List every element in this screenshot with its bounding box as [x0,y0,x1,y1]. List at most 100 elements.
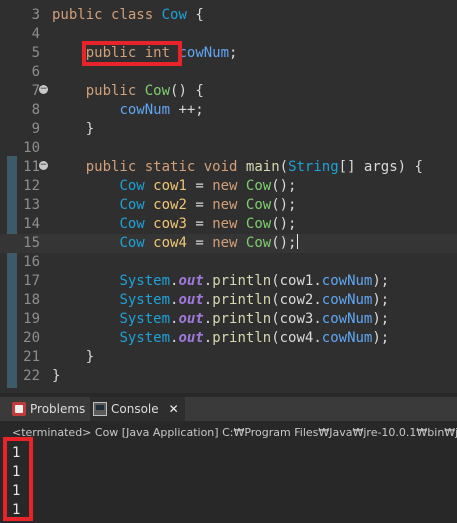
code-text: Cow cow4 = new Cow(); [52,234,298,253]
code-text: Cow cow2 = new Cow(); [52,196,297,215]
line-number: 8 [31,102,40,118]
code-token: cowNum [321,292,373,308]
code-text: public static void main(String[] args) { [52,158,423,177]
line-number: 22 [23,368,40,384]
code-token: ); [372,330,390,346]
code-line[interactable]: 6 [0,63,457,82]
code-line[interactable]: 10 [0,139,457,158]
code-line[interactable]: 3 public class Cow { [0,6,457,25]
code-token: [] args) { [338,159,423,175]
code-token: System [119,273,171,289]
line-number: 3 [31,7,40,23]
code-token: ); [372,292,390,308]
close-icon[interactable]: ✕ [169,397,179,421]
line-number: 14 [23,216,40,232]
line-number: 9 [31,121,40,137]
line-number: 12 [23,178,40,194]
code-line[interactable]: 9 } [0,120,457,139]
code-token: cow3 [153,216,187,232]
tab-problems-label: Problems [30,402,86,416]
fold-collapse-icon[interactable]: − [39,161,48,170]
code-text: System.out.println(cow2.cowNum); [52,291,389,310]
code-line[interactable]: 8 cowNum ++; [0,101,457,120]
code-line[interactable]: 4 [0,25,457,44]
code-line[interactable]: 16 [0,253,457,272]
problems-icon [12,402,26,416]
code-token: System [119,330,171,346]
code-token: main [245,159,280,175]
text-caret [296,234,298,249]
code-line[interactable]: 17 System.out.println(cow1.cowNum); [0,272,457,291]
code-text: Cow cow1 = new Cow(); [52,177,296,196]
code-token: Cow [144,83,171,99]
code-line[interactable]: 22} [0,367,457,386]
code-token: ); [372,273,390,289]
code-line[interactable]: 20 System.out.println(cow4.cowNum); [0,329,457,348]
code-line[interactable]: 18 System.out.println(cow2.cowNum); [0,291,457,310]
code-line[interactable]: 11− public static void main(String[] arg… [0,158,457,177]
code-token: Cow [119,216,145,232]
code-token: Cow [119,197,145,213]
code-token: (cow1. [271,273,322,289]
code-line[interactable]: 5 public int cowNum; [0,44,457,63]
code-line[interactable]: 14 Cow cow3 = new Cow(); [0,215,457,234]
line-number: 18 [23,292,40,308]
code-token: ; [229,45,238,61]
code-token: class [111,7,162,23]
tab-console-label: Console [111,402,159,416]
code-token: new [212,178,246,194]
code-line[interactable]: 7− public Cow() { [0,82,457,101]
code-token: = [186,178,213,194]
code-token: String [288,159,339,175]
code-token: (); [271,235,297,251]
code-line[interactable]: 13 Cow cow2 = new Cow(); [0,196,457,215]
code-token: (cow3. [271,311,322,327]
code-token: = [186,235,213,251]
code-token: static [144,159,204,175]
code-token: println [212,292,272,308]
code-line[interactable]: 15 Cow cow4 = new Cow(); [0,234,457,253]
line-number: 6 [31,64,40,80]
code-line[interactable]: 19 System.out.println(cow3.cowNum); [0,310,457,329]
code-token: cowNum [321,273,373,289]
line-number: 11 [23,159,40,175]
code-token: cowNum [321,311,373,327]
code-line[interactable]: 12 Cow cow1 = new Cow(); [0,177,457,196]
code-token: cowNum [119,102,171,118]
fold-collapse-icon[interactable]: − [39,85,48,94]
code-token: void [203,159,246,175]
code-editor[interactable]: 3 public class Cow {4 5 public int cowNum;… [0,0,457,393]
line-number: 10 [23,140,40,156]
code-text: System.out.println(cow3.cowNum); [52,310,389,329]
code-token: Cow [245,197,272,213]
code-token: . [203,330,213,346]
line-number: 19 [23,311,40,327]
code-token: () { [170,83,204,99]
code-text: public Cow() { [52,82,204,101]
code-token: (); [271,197,297,213]
bottom-panel: Problems Console ✕ <terminated> Cow [Jav… [0,393,457,523]
code-token: } [52,121,95,137]
tab-console[interactable]: Console ✕ [90,397,185,421]
code-token: Cow [119,178,145,194]
code-token: (cow2. [271,292,322,308]
tab-problems[interactable]: Problems [12,397,85,421]
code-token: ++; [170,102,204,118]
code-text: Cow cow3 = new Cow(); [52,215,296,234]
highlight-box-console-output [3,437,33,521]
code-text: System.out.println(cow1.cowNum); [52,272,389,291]
line-number: 13 [23,197,40,213]
code-line[interactable]: 21 } [0,348,457,367]
code-token: cow1 [153,178,187,194]
line-number: 15 [23,235,40,251]
line-number: 5 [31,45,40,61]
